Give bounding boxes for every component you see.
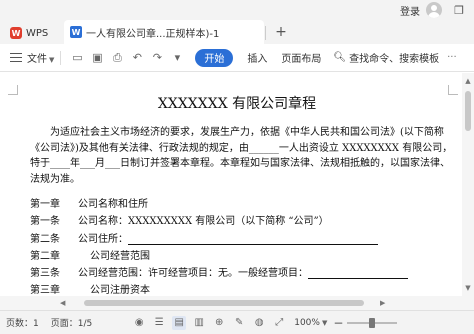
vertical-scrollbar[interactable]: ▲ ▼ <box>462 73 474 296</box>
new-tab-button[interactable]: + <box>272 22 290 42</box>
article-text: 公司注册资本 <box>90 285 150 296</box>
pen-icon[interactable]: ✎ <box>232 316 246 330</box>
horizontal-scrollbar[interactable]: ◀ ▶ <box>0 296 474 310</box>
command-search[interactable]: 🔍︎ 查找命令、搜索模板 <box>333 50 439 65</box>
page-view-icon[interactable]: ▤ <box>172 315 187 330</box>
article-text: 公司名称和住所 <box>78 199 148 210</box>
article-text: 公司名称：XXXXXXXXX 有限公司（以下简称 “公司”） <box>78 216 329 227</box>
command-search-label: 查找命令、搜索模板 <box>349 54 440 65</box>
scroll-up-icon[interactable]: ▲ <box>464 77 472 85</box>
article-number: 第一条 <box>30 216 60 227</box>
save-icon[interactable]: ▣ <box>90 51 104 65</box>
status-bar: 页数：1 页面：1/5 ◉ ☰ ▤ ▥ ⊕ ✎ ◍ ⤢ 100% ▼ − <box>0 310 474 334</box>
document-line: 第一条 公司名称：XXXXXXXXX 有限公司（以下简称 “公司”） <box>30 212 329 227</box>
scroll-right-icon[interactable]: ▶ <box>380 299 385 307</box>
login-link[interactable]: 登录 <box>400 3 420 18</box>
fill-in-underline <box>128 235 378 245</box>
article-number: 第一章 <box>30 199 60 210</box>
tab-divider <box>265 26 266 40</box>
document-page[interactable]: XXXXXXX 有限公司章程 为适应社会主义市场经济的要求，发展生产力，依据《中… <box>0 73 474 296</box>
print-icon[interactable]: ⎙ <box>110 51 124 65</box>
app-name: WPS <box>26 27 49 39</box>
scroll-left-icon[interactable]: ◀ <box>60 299 65 307</box>
document-tab-title: 一人有限公司章...正规样本)-1 <box>86 28 220 40</box>
document-tab[interactable]: W 一人有限公司章...正规样本)-1 <box>64 20 264 44</box>
zoom-dropdown-icon[interactable]: ▼ <box>322 319 327 327</box>
tab-page-layout[interactable]: 页面布局 <box>281 50 321 65</box>
ribbon-menu-bar: 文件 ▼ ▭ ▣ ⎙ ↶ ↷ ▾ 开始 插入 页面布局 🔍︎ 查找命令、搜索模板 … <box>0 44 474 72</box>
page-count: 页数：1 <box>6 319 39 329</box>
app-home-tab[interactable]: W WPS <box>4 22 60 44</box>
article-number: 第三条 <box>30 268 60 279</box>
web-view-icon[interactable]: ⊕ <box>212 316 226 330</box>
tab-start[interactable]: 开始 <box>195 48 234 67</box>
wps-logo-icon: W <box>10 27 22 39</box>
document-line: 第三章 公司注册资本 <box>30 281 150 296</box>
more-button[interactable]: ··· <box>447 52 457 63</box>
fullscreen-icon[interactable]: ⤢ <box>272 316 286 330</box>
title-bar: 登录 ❐ W WPS W 一人有限公司章...正规样本)-1 + <box>0 0 474 44</box>
document-intro-paragraph: 为适应社会主义市场经济的要求，发展生产力，依据《中华人民共和国公司法》(以下简称… <box>30 127 453 185</box>
file-menu[interactable]: 文件 ▼ <box>27 50 54 65</box>
article-text: 公司住所： <box>78 234 128 245</box>
zoom-out-button[interactable]: − <box>333 316 343 330</box>
window-restore-icon[interactable]: ❐ <box>448 1 470 19</box>
avatar-icon[interactable] <box>426 2 442 18</box>
fill-in-underline <box>308 269 408 279</box>
document-line: 第一章 公司名称和住所 <box>30 195 148 210</box>
more-arrow-icon[interactable]: ▾ <box>170 51 184 65</box>
document-heading: XXXXXXX 有限公司章程 <box>157 96 317 112</box>
page-indicator[interactable]: 页面：1/5 <box>51 316 93 329</box>
tab-insert[interactable]: 插入 <box>247 50 267 65</box>
search-icon: 🔍︎ <box>333 52 347 63</box>
article-number: 第三章 <box>30 285 60 296</box>
toolbar-divider <box>60 50 62 65</box>
document-line: 第二条 公司住所： <box>30 230 378 245</box>
chevron-down-icon: ▼ <box>49 56 55 64</box>
redo-icon[interactable]: ↷ <box>150 51 164 65</box>
outline-view-icon[interactable]: ☰ <box>152 316 166 330</box>
undo-icon[interactable]: ↶ <box>130 51 144 65</box>
scroll-down-icon[interactable]: ▼ <box>464 284 472 292</box>
open-folder-icon[interactable]: ▭ <box>70 51 84 65</box>
document-line: 第二章 公司经营范围 <box>30 247 150 262</box>
document-line: 第三条 公司经营范围：许可经营项目：无。一般经营项目： <box>30 264 408 279</box>
zoom-slider[interactable] <box>347 317 398 328</box>
zoom-level[interactable]: 100% <box>294 318 320 328</box>
reading-view-icon[interactable]: ▥ <box>192 316 206 330</box>
zoom-slider-knob[interactable] <box>369 317 376 328</box>
article-text: 公司经营范围：许可经营项目：无。一般经营项目： <box>78 268 308 279</box>
user-bar: 登录 ❐ <box>400 0 474 20</box>
article-number: 第二条 <box>30 234 60 245</box>
eye-icon[interactable]: ◉ <box>132 316 146 330</box>
article-number: 第二章 <box>30 251 60 262</box>
menu-icon[interactable] <box>10 53 22 62</box>
writer-doc-icon: W <box>70 26 82 38</box>
globe-icon[interactable]: ◍ <box>252 316 266 330</box>
horizontal-scroll-thumb[interactable] <box>84 300 364 306</box>
file-menu-label: 文件 <box>27 54 47 65</box>
vertical-scroll-thumb[interactable] <box>465 91 471 131</box>
article-text: 公司经营范围 <box>90 251 150 262</box>
